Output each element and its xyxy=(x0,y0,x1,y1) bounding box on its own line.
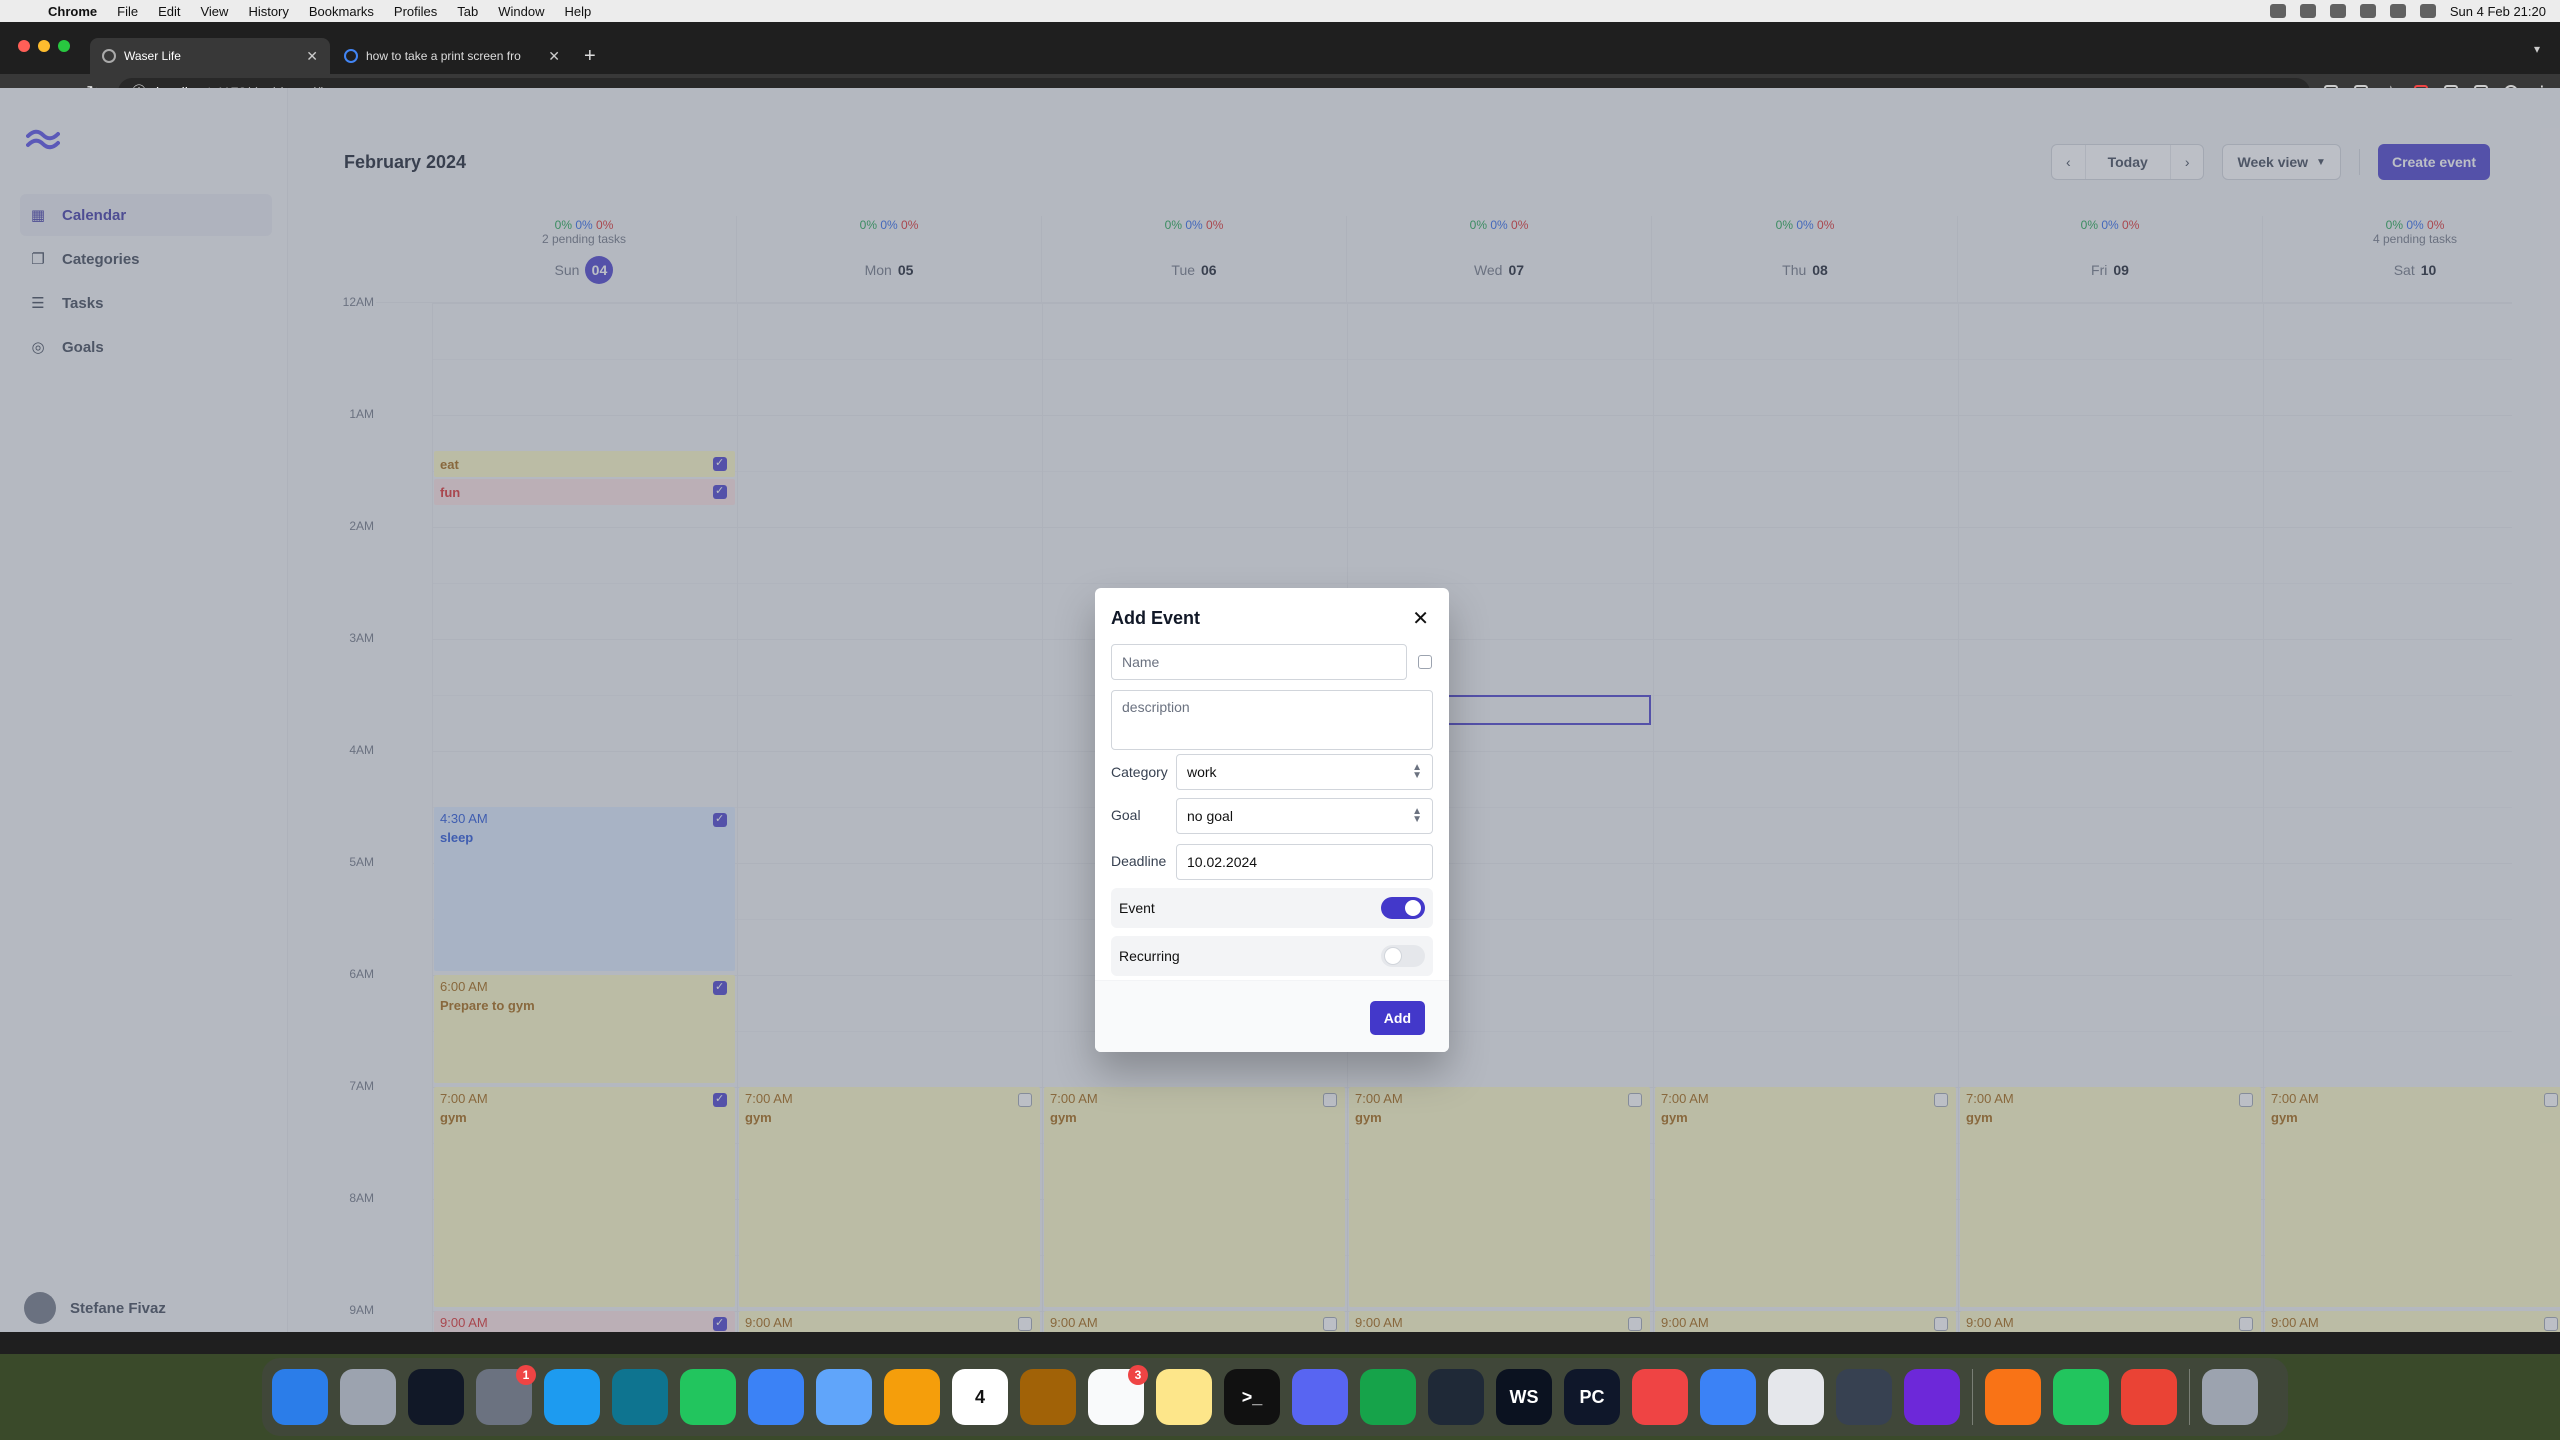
close-tab-icon[interactable]: ✕ xyxy=(306,48,318,65)
event-toggle[interactable] xyxy=(1381,897,1425,919)
maps-icon[interactable] xyxy=(816,1369,872,1425)
app-page: ▦ Calendar ❐ Categories ☰ Tasks ◎ Goals Stefane… xyxy=(0,88,2560,1332)
goal-select[interactable]: no goal ▲ ▼ xyxy=(1176,798,1433,834)
chrome-icon[interactable] xyxy=(2121,1369,2177,1425)
modal-footer: Add xyxy=(1095,980,1449,1052)
new-tab-button[interactable]: + xyxy=(584,45,596,68)
control-center-icon[interactable] xyxy=(2419,4,2436,18)
macos-menubar: Chrome File Edit View History Bookmarks Profil… xyxy=(0,0,2560,22)
finder-icon[interactable] xyxy=(272,1369,328,1425)
event-toggle-row: Event xyxy=(1111,888,1433,928)
macos-dock: 1 4 3 >_ WS PC xyxy=(262,1358,2288,1436)
status-area: Sun 4 Feb 21:20 xyxy=(2269,4,2560,19)
add-event-modal: Add Event ✕ Category work ▲▼ Goal no goa… xyxy=(1095,588,1449,1052)
recurring-toggle[interactable] xyxy=(1381,945,1425,967)
menu-item[interactable]: Edit xyxy=(148,4,190,19)
deadline-label: Deadline xyxy=(1111,853,1167,869)
description-textarea[interactable] xyxy=(1111,690,1433,750)
dock-app-label: PC xyxy=(1579,1386,1605,1407)
menu-item[interactable]: Window xyxy=(488,4,554,19)
browser-tab[interactable]: how to take a print screen fro ✕ xyxy=(332,38,572,74)
webstorm-icon[interactable]: WS xyxy=(1496,1369,1552,1425)
tab-title: how to take a print screen fro xyxy=(366,49,521,63)
select-chevron-icon: ▲ ▼ xyxy=(1412,762,1422,781)
bluetooth-icon[interactable] xyxy=(2329,4,2346,18)
dock-app-label: 4 xyxy=(974,1386,985,1407)
menu-item[interactable]: View xyxy=(190,4,238,19)
dock-separator xyxy=(2189,1369,2190,1425)
dock-app-label: >_ xyxy=(1241,1386,1263,1407)
wallet-icon[interactable] xyxy=(1836,1369,1892,1425)
terminal-icon[interactable]: >_ xyxy=(1224,1369,1280,1425)
minimize-window-button[interactable] xyxy=(38,40,50,52)
textedit-icon[interactable] xyxy=(1768,1369,1824,1425)
deadline-input[interactable]: 10.02.2024 xyxy=(1176,844,1433,880)
safari-icon[interactable] xyxy=(1700,1369,1756,1425)
mission-control-icon[interactable] xyxy=(408,1369,464,1425)
add-button[interactable]: Add xyxy=(1369,1001,1425,1035)
tab-favicon-icon xyxy=(344,49,358,63)
menu-item[interactable]: Tab xyxy=(447,4,488,19)
pycharm-icon[interactable]: PC xyxy=(1564,1369,1620,1425)
tab-search-chevron-icon[interactable]: ▾ xyxy=(2534,42,2540,56)
status-icon[interactable] xyxy=(2299,4,2316,18)
apple-logo-icon[interactable] xyxy=(16,0,38,22)
menu-item[interactable]: Help xyxy=(555,4,602,19)
goal-label: Goal xyxy=(1111,807,1141,823)
recurring-toggle-label: Recurring xyxy=(1119,948,1180,964)
wifi-icon[interactable] xyxy=(2359,4,2376,18)
menubar-clock[interactable]: Sun 4 Feb 21:20 xyxy=(2450,4,2546,19)
tasks-icon[interactable] xyxy=(1632,1369,1688,1425)
system-settings-icon[interactable]: 1 xyxy=(476,1365,536,1425)
close-tab-icon[interactable]: ✕ xyxy=(548,48,560,65)
event-name-input[interactable] xyxy=(1111,644,1407,680)
goal-value: no goal xyxy=(1187,808,1233,824)
app-store-icon[interactable] xyxy=(544,1369,600,1425)
name-checkbox[interactable] xyxy=(1418,655,1432,669)
close-icon[interactable]: ✕ xyxy=(1412,606,1429,631)
event-toggle-label: Event xyxy=(1119,900,1155,916)
plex-icon[interactable] xyxy=(1428,1369,1484,1425)
reminders-icon[interactable]: 3 xyxy=(1088,1365,1148,1425)
select-chevron-icon: ▲ ▼ xyxy=(1412,806,1422,825)
browser-tab[interactable]: Waser Life ✕ xyxy=(90,38,330,74)
category-value: work xyxy=(1187,764,1217,780)
notes-icon[interactable] xyxy=(1156,1369,1212,1425)
close-window-button[interactable] xyxy=(18,40,30,52)
menu-item[interactable]: History xyxy=(238,4,298,19)
menu-app-name[interactable]: Chrome xyxy=(38,4,107,19)
status-icon[interactable] xyxy=(2269,4,2286,18)
search-icon[interactable] xyxy=(2389,4,2406,18)
tab-favicon-icon xyxy=(102,49,116,63)
deadline-value: 10.02.2024 xyxy=(1187,854,1258,870)
photos-icon[interactable] xyxy=(884,1369,940,1425)
proton-icon[interactable] xyxy=(1904,1369,1960,1425)
window-controls xyxy=(18,40,70,52)
discord-icon[interactable] xyxy=(1292,1369,1348,1425)
menu-item[interactable]: Profiles xyxy=(384,4,447,19)
contacts-icon[interactable] xyxy=(1020,1369,1076,1425)
tab-title: Waser Life xyxy=(124,49,181,63)
mail-icon[interactable] xyxy=(748,1369,804,1425)
tab-strip: Waser Life ✕ how to take a print screen … xyxy=(0,22,2560,74)
dock-separator xyxy=(1972,1369,1973,1425)
modal-title: Add Event xyxy=(1111,608,1201,628)
notification-badge: 1 xyxy=(516,1365,536,1385)
zoom-window-button[interactable] xyxy=(58,40,70,52)
calendar-icon[interactable]: 4 xyxy=(952,1369,1008,1425)
recurring-toggle-row: Recurring xyxy=(1111,936,1433,976)
brave-icon[interactable] xyxy=(1985,1369,2041,1425)
dock-app-label: WS xyxy=(1509,1386,1539,1407)
trash-icon[interactable] xyxy=(2202,1369,2258,1425)
messages-icon[interactable] xyxy=(680,1369,736,1425)
menu-item[interactable]: Bookmarks xyxy=(299,4,384,19)
edge-icon[interactable] xyxy=(612,1369,668,1425)
category-label: Category xyxy=(1111,764,1168,780)
whatsapp-icon[interactable] xyxy=(2053,1369,2109,1425)
notification-badge: 3 xyxy=(1128,1365,1148,1385)
menu-item[interactable]: File xyxy=(107,4,148,19)
numbers-icon[interactable] xyxy=(1360,1369,1416,1425)
launchpad-icon[interactable] xyxy=(340,1369,396,1425)
category-select[interactable]: work ▲ ▼ xyxy=(1176,754,1433,790)
